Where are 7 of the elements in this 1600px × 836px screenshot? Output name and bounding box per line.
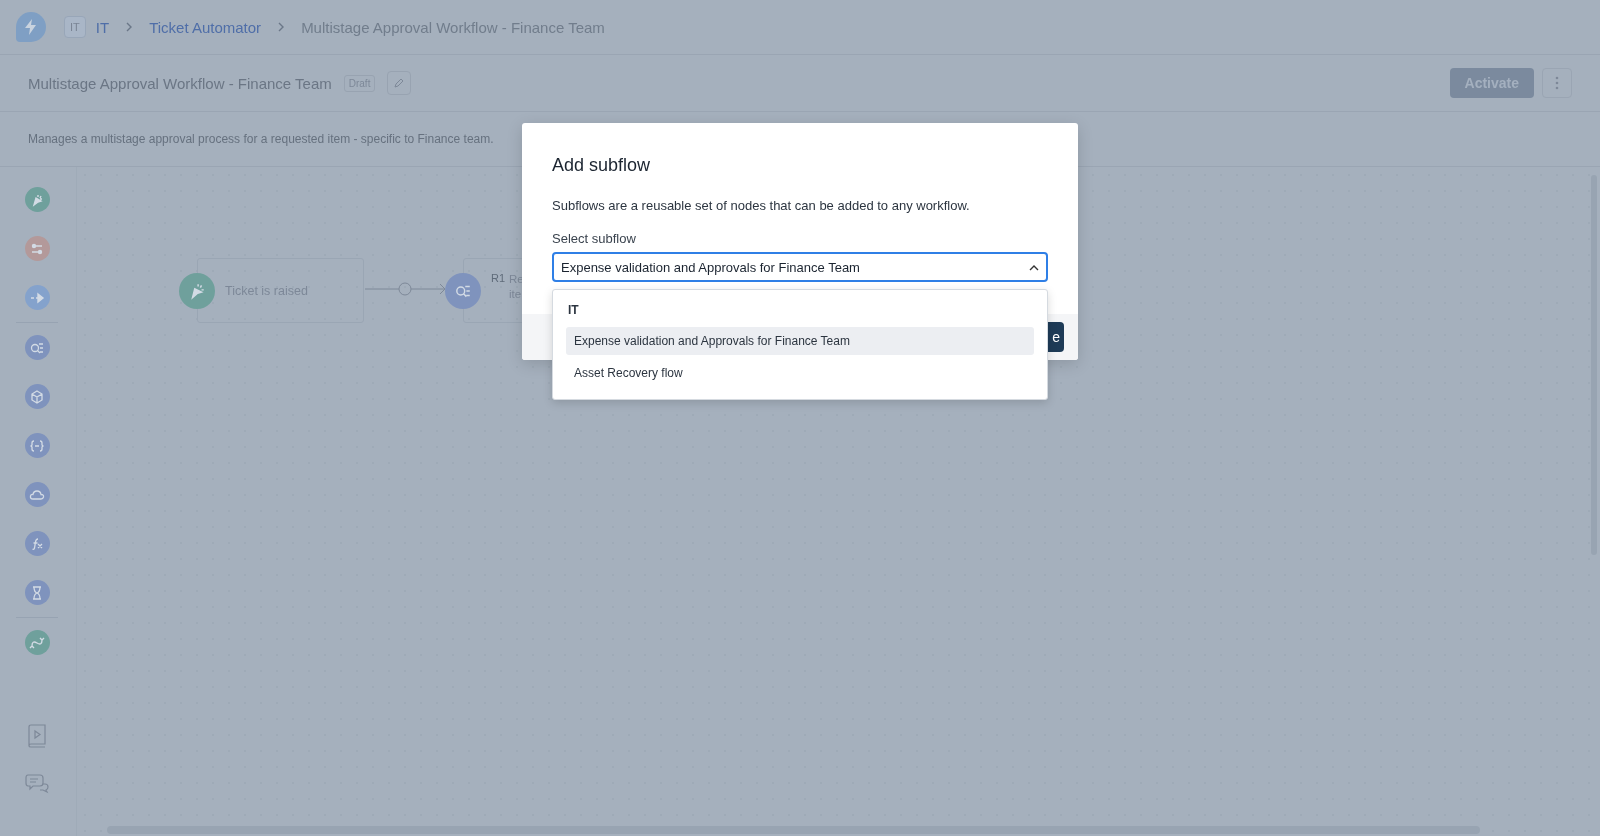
dialog-title: Add subflow [552, 155, 652, 176]
field-label: Select subflow [552, 231, 637, 246]
dialog-description: Subflows are a reusable set of nodes that can be added to any workflow. [552, 198, 971, 213]
node-prefix: R1 [491, 272, 506, 284]
workflow-title: Multistage Approval Workflow - Finance Team [28, 74, 332, 92]
option-group-label: IT [567, 302, 580, 319]
workflow-description: Manages a multistage approval process for a requested item - specific to Finance team. [28, 132, 494, 146]
